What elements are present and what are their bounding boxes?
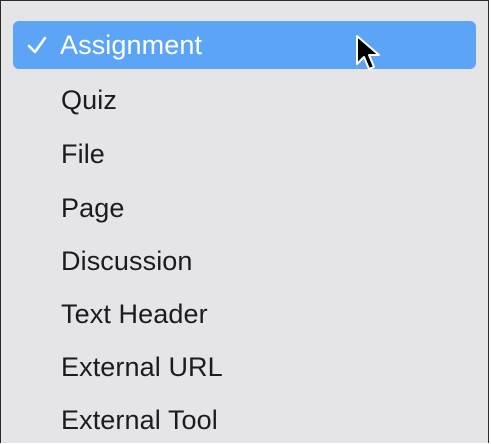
module-item-type-menu: Assignment Quiz File Page Discussion Tex… — [0, 0, 489, 443]
arrow-cursor-icon — [356, 35, 380, 70]
menu-item-label: External URL — [61, 351, 223, 382]
menu-item-label: Discussion — [61, 245, 193, 276]
menu-item-label: External Tool — [61, 404, 218, 435]
menu-item-label: Text Header — [61, 298, 208, 329]
menu-item-assignment[interactable]: Assignment — [13, 21, 476, 69]
checkmark-icon — [27, 36, 47, 54]
menu-item-label: Quiz — [61, 84, 117, 115]
menu-item-label: File — [61, 138, 105, 169]
menu-item-label: Assignment — [60, 29, 203, 60]
menu-item-label: Page — [61, 192, 125, 223]
